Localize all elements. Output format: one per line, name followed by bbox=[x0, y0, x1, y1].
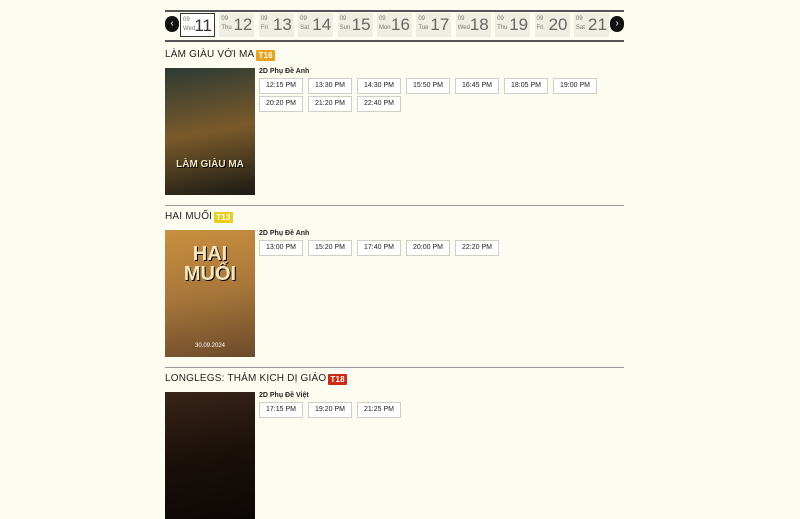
showtime-button[interactable]: 19:20 PM bbox=[308, 402, 352, 418]
date-weekday: Sat bbox=[300, 25, 310, 31]
date-month: 09 bbox=[457, 16, 465, 22]
date-month: 09 bbox=[183, 17, 190, 23]
prev-dates-button[interactable]: ‹ bbox=[165, 16, 179, 32]
showtime-button[interactable]: 18:05 PM bbox=[504, 78, 548, 94]
date-weekday: Tue bbox=[418, 25, 429, 31]
date-day: 19 bbox=[509, 15, 529, 34]
date-chip[interactable]: 09 Thu 19 bbox=[495, 13, 531, 37]
showtime-list: 13:00 PM 15:20 PM 17:40 PM 20:00 PM 22:20 PM bbox=[259, 240, 619, 258]
date-chip[interactable]: 09 Tue 17 bbox=[416, 13, 452, 37]
date-day: 17 bbox=[430, 15, 450, 34]
date-chip[interactable]: 09 Wed 18 bbox=[455, 13, 491, 37]
showtime-button[interactable]: 12:15 PM bbox=[259, 78, 303, 94]
movie-poster[interactable] bbox=[165, 392, 255, 519]
showtime-button[interactable]: 20:20 PM bbox=[259, 96, 303, 112]
date-weekday: Fri bbox=[536, 25, 544, 31]
date-chip[interactable]: 09 Mon 16 bbox=[376, 13, 412, 37]
movie-title-row: LONGLEGS: THẢM KỊCH DỊ GIÁO T18 bbox=[165, 372, 624, 386]
age-rating-badge: T16 bbox=[256, 49, 275, 61]
movie-title[interactable]: LONGLEGS: THẢM KỊCH DỊ GIÁO bbox=[165, 373, 326, 384]
showtime-button[interactable]: 15:20 PM bbox=[308, 240, 352, 256]
format-label: 2D Phụ Đề Anh bbox=[259, 68, 310, 75]
date-day: 11 bbox=[194, 16, 212, 35]
date-day: 13 bbox=[272, 15, 292, 34]
age-rating-badge: T13 bbox=[214, 211, 233, 223]
movie-poster[interactable]: HAI MUỐI 30.09.2024 bbox=[165, 230, 255, 357]
movie-title[interactable]: HAI MUỐI bbox=[165, 211, 212, 222]
age-rating-badge: T18 bbox=[328, 373, 347, 385]
showtime-button[interactable]: 22:40 PM bbox=[357, 96, 401, 112]
divider bbox=[165, 205, 624, 206]
movie-poster[interactable]: LÀM GIÀU MA bbox=[165, 68, 255, 195]
showtime-button[interactable]: 20:00 PM bbox=[406, 240, 450, 256]
date-day: 21 bbox=[587, 15, 607, 34]
date-month: 09 bbox=[418, 16, 426, 22]
date-day: 18 bbox=[469, 15, 489, 34]
poster-title: LÀM GIÀU MA bbox=[176, 159, 244, 170]
date-chip[interactable]: 09 Wed 11 bbox=[180, 13, 215, 37]
chevron-left-icon: ‹ bbox=[170, 18, 174, 29]
date-weekday: Wed bbox=[457, 25, 470, 31]
showtime-button[interactable]: 16:45 PM bbox=[455, 78, 499, 94]
date-chip[interactable]: 09 Sat 21 bbox=[573, 13, 609, 37]
movie-title[interactable]: LÀM GIÀU VỚI MA bbox=[165, 49, 254, 60]
date-month: 09 bbox=[497, 16, 504, 22]
showtime-button[interactable]: 17:40 PM bbox=[357, 240, 401, 256]
date-month: 09 bbox=[339, 16, 347, 22]
showtime-button[interactable]: 21:20 PM bbox=[308, 96, 352, 112]
date-month: 09 bbox=[536, 16, 544, 22]
showtime-button[interactable]: 13:30 PM bbox=[308, 78, 352, 94]
date-chip[interactable]: 09 Sat 14 bbox=[298, 13, 334, 37]
movie-block: LÀM GIÀU VỚI MA T16 LÀM GIÀU MA 2D Phụ Đề A… bbox=[165, 48, 624, 195]
date-weekday: Thu bbox=[497, 25, 508, 31]
showtime-list: 17:15 PM 19:20 PM 21:25 PM bbox=[259, 402, 619, 420]
showtime-button[interactable]: 19:00 PM bbox=[553, 78, 597, 94]
showtime-button[interactable]: 17:15 PM bbox=[259, 402, 303, 418]
movie-title-row: LÀM GIÀU VỚI MA T16 bbox=[165, 48, 624, 62]
showtime-button[interactable]: 15:50 PM bbox=[406, 78, 450, 94]
chevron-right-icon: › bbox=[615, 18, 619, 29]
date-day: 15 bbox=[351, 15, 371, 34]
movie-block: HAI MUỐI T13 HAI MUỐI 30.09.2024 2D Phụ Đề A… bbox=[165, 210, 624, 357]
showtime-button[interactable]: 21:25 PM bbox=[357, 402, 401, 418]
date-day: 16 bbox=[391, 15, 410, 34]
showtime-button[interactable]: 22:20 PM bbox=[455, 240, 499, 256]
poster-date: 30.09.2024 bbox=[194, 343, 226, 349]
movie-block: LONGLEGS: THẢM KỊCH DỊ GIÁO T18 2D Phụ Đề … bbox=[165, 372, 624, 519]
date-weekday: Sat bbox=[575, 25, 585, 31]
format-label: 2D Phụ Đề Việt bbox=[259, 392, 309, 399]
date-weekday: Sun bbox=[339, 25, 351, 31]
date-chip[interactable]: 09 Fri 20 bbox=[534, 13, 570, 37]
date-chip[interactable]: 09 Fri 13 bbox=[258, 13, 294, 37]
date-selector: ‹ 09 Wed 11 09 Thu 12 09 Fri 13 09 Sat 14 09 Sun 15 09 M… bbox=[165, 10, 624, 42]
date-weekday: Mon bbox=[378, 25, 391, 31]
next-dates-button[interactable]: › bbox=[610, 16, 624, 32]
date-weekday: Fri bbox=[260, 25, 268, 31]
format-label: 2D Phụ Đề Anh bbox=[259, 230, 310, 237]
date-month: 09 bbox=[378, 16, 386, 22]
date-day: 14 bbox=[312, 15, 332, 34]
showtime-button[interactable]: 14:30 PM bbox=[357, 78, 401, 94]
date-month: 09 bbox=[221, 16, 229, 22]
showtimes-panel: ‹ 09 Wed 11 09 Thu 12 09 Fri 13 09 Sat 14 09 Sun 15 09 M… bbox=[165, 0, 624, 519]
showtime-button[interactable]: 13:00 PM bbox=[259, 240, 303, 256]
date-day: 12 bbox=[233, 15, 253, 34]
movie-title-row: HAI MUỐI T13 bbox=[165, 210, 624, 224]
date-chip[interactable]: 09 Thu 12 bbox=[219, 13, 255, 37]
date-month: 09 bbox=[300, 16, 307, 22]
date-month: 09 bbox=[260, 16, 268, 22]
showtime-list: 12:15 PM 13:30 PM 14:30 PM 15:50 PM 16:45 PM… bbox=[259, 78, 619, 114]
date-chip[interactable]: 09 Sun 15 bbox=[337, 13, 373, 37]
date-weekday: Thu bbox=[221, 25, 232, 31]
poster-title: HAI MUỐI bbox=[183, 243, 237, 285]
date-month: 09 bbox=[575, 16, 583, 22]
date-list: 09 Wed 11 09 Thu 12 09 Fri 13 09 Sat 14 09 Sun 15 09 Mon… bbox=[180, 13, 613, 37]
divider bbox=[165, 367, 624, 368]
date-day: 20 bbox=[548, 15, 568, 34]
